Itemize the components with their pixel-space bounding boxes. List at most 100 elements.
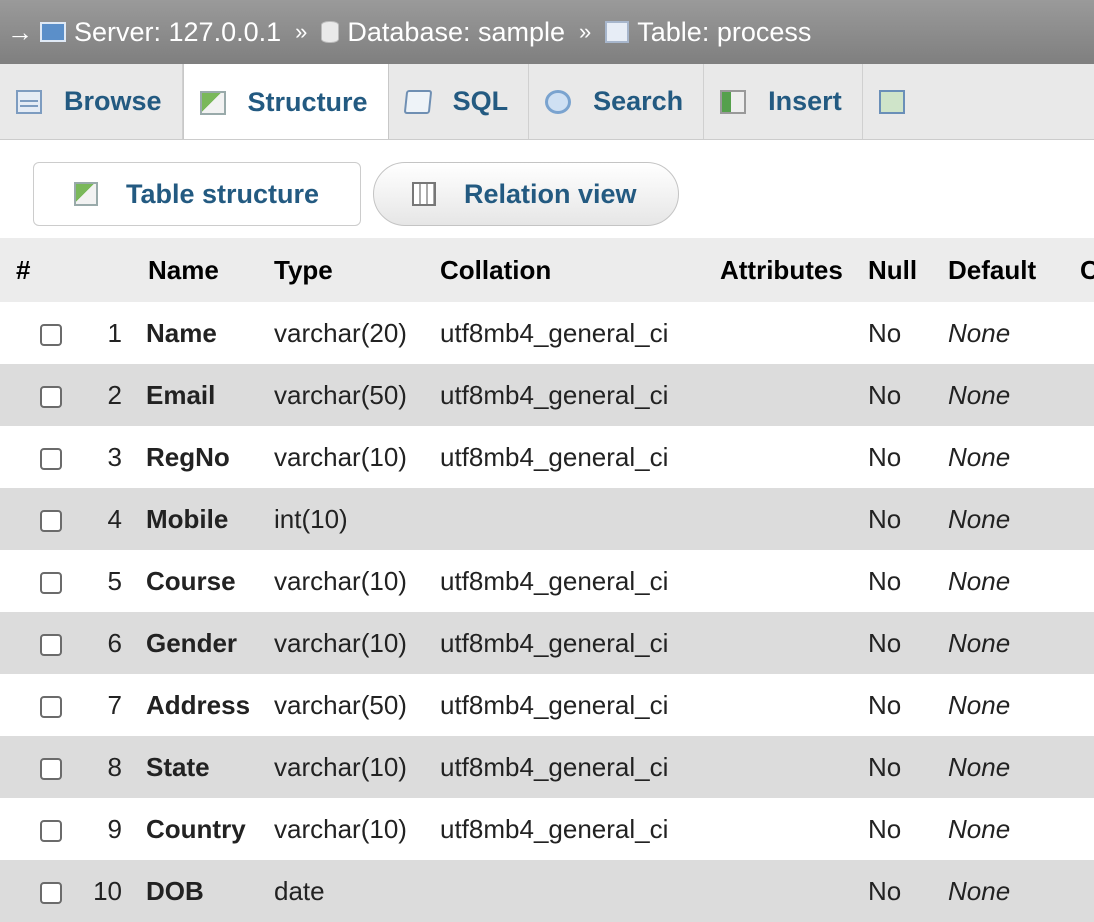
header-null[interactable]: Null: [868, 238, 948, 302]
breadcrumb-server-label[interactable]: Server: 127.0.0.1: [74, 17, 281, 48]
column-comments: [1080, 860, 1094, 922]
column-type: varchar(10): [274, 441, 407, 472]
column-collation: utf8mb4_general_ci: [440, 441, 669, 472]
breadcrumb-database-label[interactable]: Database: sample: [347, 17, 565, 48]
column-type: varchar(50): [274, 689, 407, 720]
column-name[interactable]: Name: [136, 302, 274, 364]
column-default: None: [948, 379, 1011, 410]
breadcrumb-server[interactable]: Server: 127.0.0.1: [40, 17, 281, 48]
header-default[interactable]: Default: [948, 238, 1080, 302]
column-default: None: [948, 875, 1011, 906]
breadcrumb-table[interactable]: Table: process: [605, 17, 811, 48]
column-name[interactable]: Course: [136, 550, 274, 612]
row-checkbox[interactable]: [40, 385, 62, 408]
column-name[interactable]: DOB: [136, 860, 274, 922]
column-name[interactable]: Country: [136, 798, 274, 860]
column-name[interactable]: State: [136, 736, 274, 798]
row-number: 4: [107, 503, 122, 534]
column-name[interactable]: Address: [136, 674, 274, 736]
subtab-table-structure[interactable]: Table structure: [33, 162, 361, 226]
tab-browse-label[interactable]: Browse: [64, 86, 162, 117]
search-icon: [545, 89, 572, 114]
tab-insert[interactable]: Insert: [704, 64, 863, 139]
row-number: 7: [107, 689, 122, 720]
column-default: None: [948, 317, 1011, 348]
subtab-relation-view[interactable]: Relation view: [373, 162, 679, 226]
header-attributes[interactable]: Attributes: [720, 238, 868, 302]
row-checkbox-cell: [0, 488, 90, 550]
column-name[interactable]: RegNo: [136, 426, 274, 488]
column-attributes: [720, 674, 868, 736]
insert-icon: [720, 89, 747, 114]
header-comments[interactable]: C: [1080, 238, 1094, 302]
tab-insert-label[interactable]: Insert: [768, 86, 842, 117]
tab-search[interactable]: Search: [529, 64, 705, 139]
row-checkbox-cell: [0, 550, 90, 612]
column-comments: [1080, 364, 1094, 426]
row-number: 6: [107, 627, 122, 658]
column-type: varchar(50): [274, 379, 407, 410]
row-checkbox[interactable]: [40, 447, 62, 470]
tab-structure[interactable]: Structure: [182, 64, 389, 139]
row-checkbox[interactable]: [40, 881, 62, 904]
column-collation: utf8mb4_general_ci: [440, 317, 669, 348]
tab-browse[interactable]: Browse: [0, 64, 183, 139]
row-checkbox[interactable]: [40, 695, 62, 718]
row-checkbox-cell: [0, 302, 90, 364]
tab-sql[interactable]: SQL: [389, 64, 530, 139]
column-null: No: [868, 751, 902, 782]
subtab-relation-view-label[interactable]: Relation view: [464, 179, 637, 210]
column-null: No: [868, 503, 902, 534]
row-checkbox-cell: [0, 798, 90, 860]
row-checkbox[interactable]: [40, 571, 62, 594]
tab-sql-label[interactable]: SQL: [453, 86, 509, 117]
column-null: No: [868, 565, 902, 596]
header-collation[interactable]: Collation: [440, 238, 720, 302]
structure-icon: [74, 182, 98, 206]
row-number: 5: [107, 565, 122, 596]
column-null: No: [868, 627, 902, 658]
column-comments: [1080, 674, 1094, 736]
tab-export[interactable]: [863, 64, 947, 139]
column-default: None: [948, 751, 1011, 782]
column-name[interactable]: Gender: [136, 612, 274, 674]
structure-table: # Name Type Collation Attributes Null De…: [0, 238, 1094, 922]
column-type: int(10): [274, 503, 348, 534]
tab-structure-label[interactable]: Structure: [248, 87, 368, 118]
header-name[interactable]: Name: [136, 238, 274, 302]
row-checkbox[interactable]: [40, 633, 62, 656]
column-collation: utf8mb4_general_ci: [440, 565, 669, 596]
table-row: 5 Course varchar(10) utf8mb4_general_ci No No…: [0, 550, 1094, 612]
row-number: 2: [107, 379, 122, 410]
row-checkbox[interactable]: [40, 757, 62, 780]
table-header-row: # Name Type Collation Attributes Null De…: [0, 238, 1094, 302]
column-collation: utf8mb4_general_ci: [440, 689, 669, 720]
header-number[interactable]: #: [0, 238, 90, 302]
column-name[interactable]: Email: [136, 364, 274, 426]
column-attributes: [720, 798, 868, 860]
column-attributes: [720, 302, 868, 364]
row-checkbox-cell: [0, 736, 90, 798]
breadcrumb-database[interactable]: Database: sample: [321, 17, 565, 48]
table-row: 1 Name varchar(20) utf8mb4_general_ci No None: [0, 302, 1094, 364]
tab-search-label[interactable]: Search: [593, 86, 683, 117]
header-type[interactable]: Type: [274, 238, 440, 302]
sql-icon: [403, 89, 432, 114]
row-number: 3: [107, 441, 122, 472]
table-row: 6 Gender varchar(10) utf8mb4_general_ci No No…: [0, 612, 1094, 674]
row-checkbox[interactable]: [40, 819, 62, 842]
breadcrumb-table-label[interactable]: Table: process: [637, 17, 811, 48]
breadcrumb-separator: »: [295, 19, 308, 44]
column-default: None: [948, 813, 1011, 844]
row-number: 1: [107, 317, 122, 348]
column-collation: utf8mb4_general_ci: [440, 379, 669, 410]
column-default: None: [948, 689, 1011, 720]
server-icon: [40, 22, 66, 42]
column-null: No: [868, 317, 902, 348]
subtab-table-structure-label[interactable]: Table structure: [126, 179, 319, 210]
column-type: varchar(10): [274, 627, 407, 658]
column-name[interactable]: Mobile: [136, 488, 274, 550]
row-checkbox[interactable]: [40, 323, 62, 346]
row-checkbox[interactable]: [40, 509, 62, 532]
column-comments: [1080, 302, 1094, 364]
